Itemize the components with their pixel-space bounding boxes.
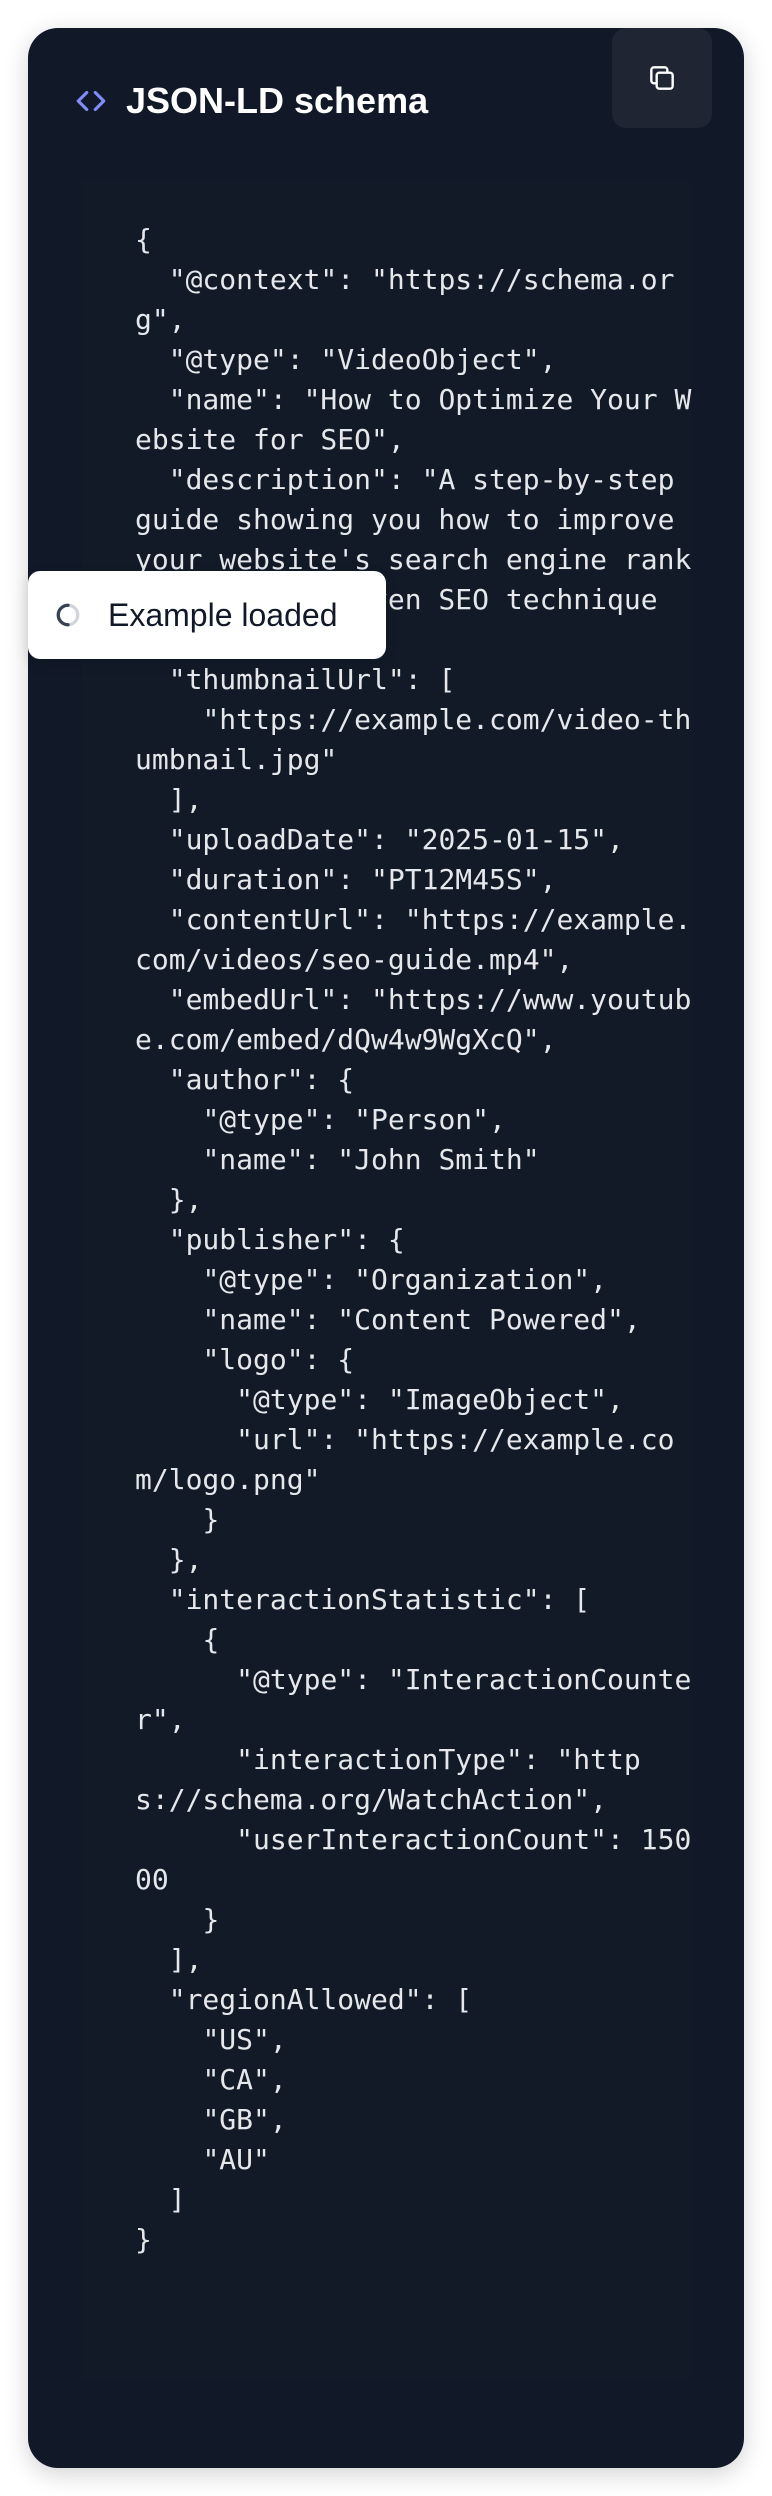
json-code: { "@context": "https://schema.org", "@ty…	[135, 223, 692, 2256]
code-brackets-icon	[76, 90, 106, 112]
toast-text: Example loaded	[108, 597, 338, 633]
copy-button[interactable]	[612, 28, 712, 128]
spinner-icon	[56, 603, 80, 627]
card-title: JSON-LD schema	[126, 80, 429, 121]
code-block: { "@context": "https://schema.org", "@ty…	[82, 180, 692, 2380]
copy-icon	[650, 66, 674, 90]
toast-notification: Example loaded	[28, 571, 386, 659]
json-ld-card: JSON-LD schema { "@context": "https://sc…	[28, 28, 744, 2468]
